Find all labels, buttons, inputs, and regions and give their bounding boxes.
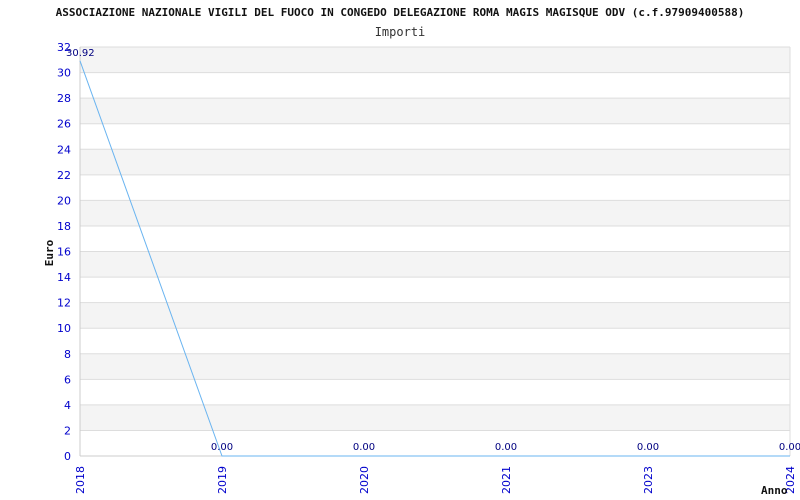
data-label: 0.00	[495, 442, 517, 453]
y-tick-label: 12	[57, 297, 71, 310]
y-tick-label: 8	[64, 348, 71, 361]
y-tick-labels: 02468101214161820222426283032	[57, 41, 71, 463]
line-chart: 02468101214161820222426283032 2018 2019 20…	[43, 41, 800, 497]
data-label: 0.00	[211, 442, 233, 453]
plot-band	[80, 200, 790, 226]
y-tick-label: 0	[64, 450, 71, 463]
plot-band	[80, 302, 790, 329]
y-tick-label: 26	[57, 118, 71, 131]
x-tick-labels: 2018 2019 2020 2021 2023 2024	[74, 466, 797, 494]
x-axis-title: Anno	[761, 484, 788, 497]
y-axis-title: Euro	[43, 239, 56, 266]
x-tick-label: 2021	[500, 466, 513, 494]
y-tick-label: 16	[57, 246, 71, 259]
plot-bands	[80, 47, 790, 431]
y-tick-label: 2	[64, 424, 71, 437]
x-tick-label: 2018	[74, 466, 87, 494]
x-tick-label: 2019	[216, 466, 229, 494]
x-tick-label: 2020	[358, 466, 371, 494]
y-tick-label: 6	[64, 373, 71, 386]
y-tick-label: 10	[57, 322, 71, 335]
y-tick-label: 24	[57, 143, 71, 156]
data-label: 0.00	[779, 442, 800, 453]
y-tick-label: 4	[64, 399, 71, 412]
plot-band	[80, 404, 790, 431]
y-tick-label: 30	[57, 67, 71, 80]
plot-band	[80, 251, 790, 278]
data-label: 0.00	[353, 442, 375, 453]
y-tick-label: 20	[57, 194, 71, 207]
y-tick-label: 14	[57, 271, 71, 284]
plot-band	[80, 47, 790, 73]
plot-band	[80, 149, 790, 175]
plot-band	[80, 98, 790, 124]
y-tick-label: 28	[57, 92, 71, 105]
y-tick-label: 18	[57, 220, 71, 233]
y-tick-label: 22	[57, 169, 71, 182]
x-tick-label: 2023	[642, 466, 655, 494]
data-label: 0.00	[637, 442, 659, 453]
data-label: 30.92	[66, 48, 95, 59]
